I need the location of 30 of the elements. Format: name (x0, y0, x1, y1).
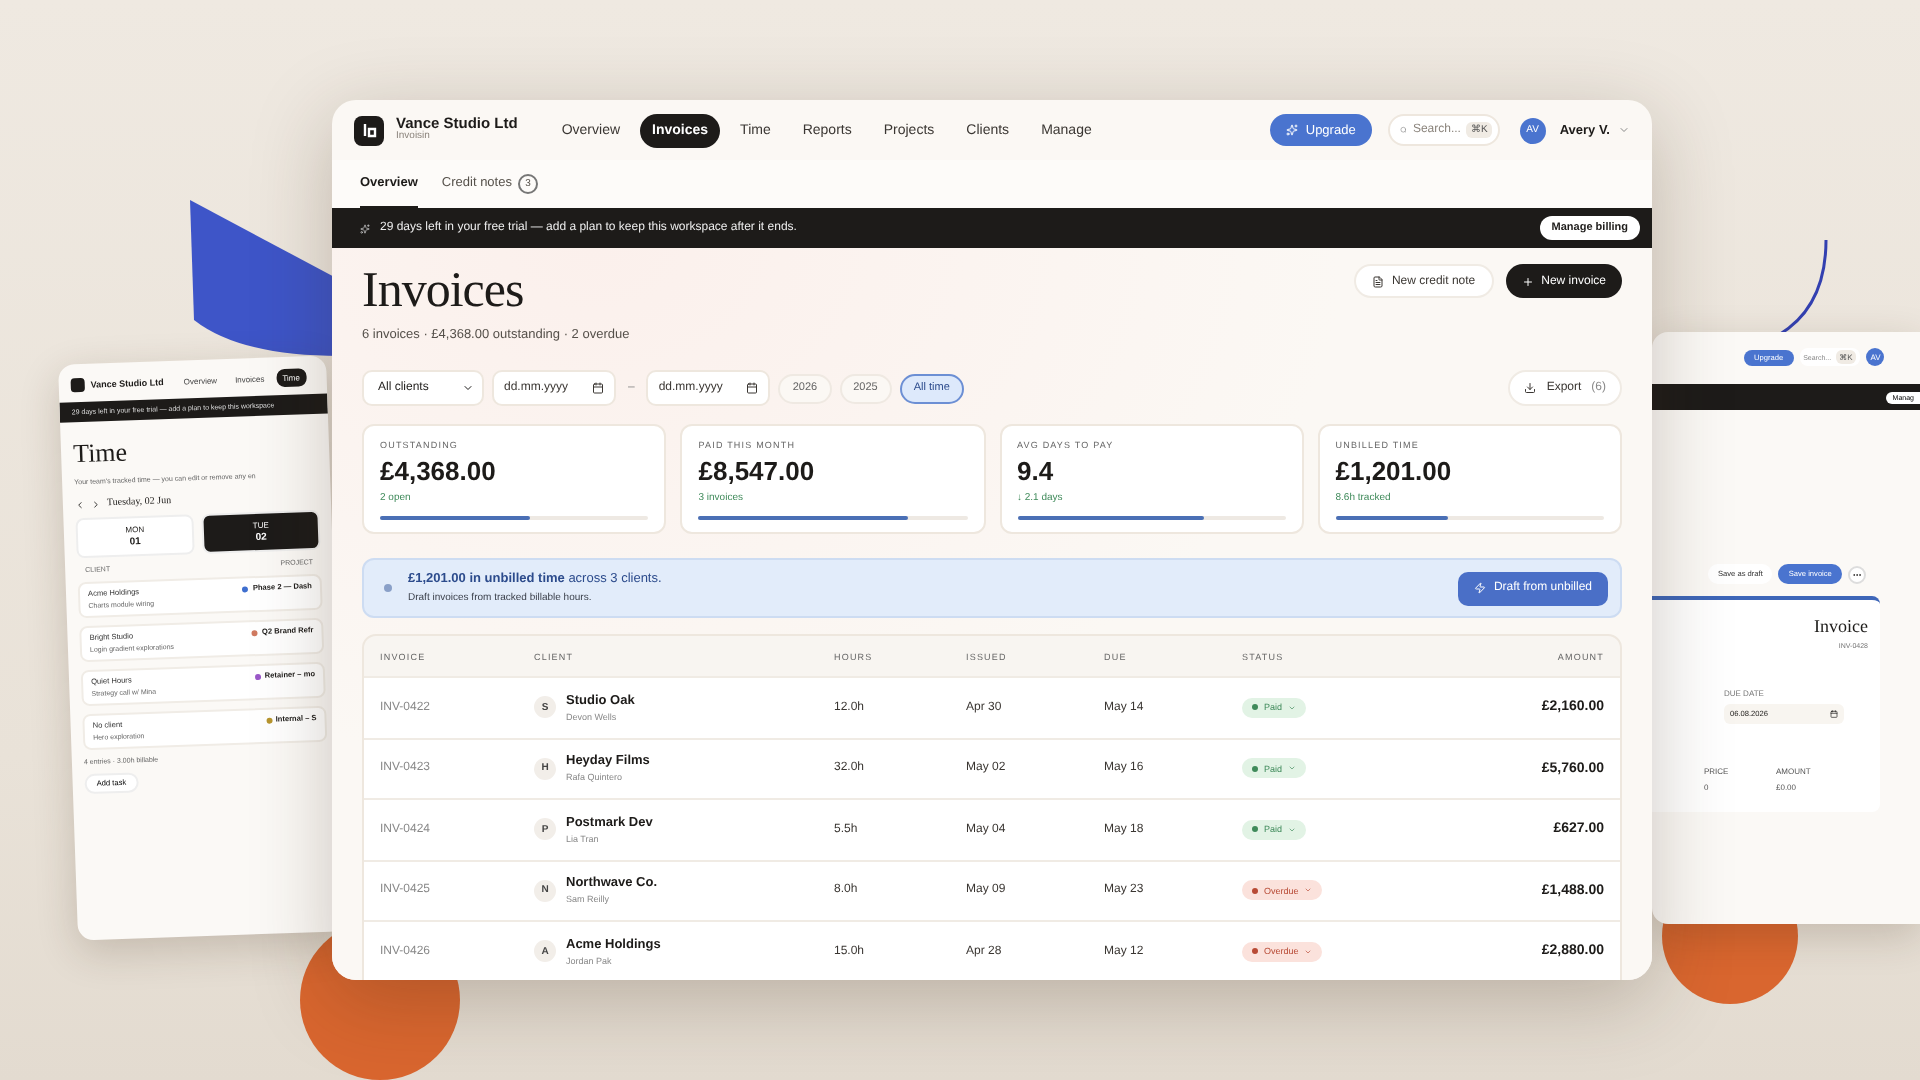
logo-icon (354, 115, 384, 145)
chevron-down-icon (462, 382, 474, 394)
status-dot-icon (1252, 948, 1258, 955)
next-icon (90, 499, 102, 510)
page-title: Invoices (362, 264, 526, 320)
plus-icon (1521, 275, 1534, 287)
status-dot-icon (1252, 826, 1258, 833)
page-title: Time (72, 434, 130, 471)
status-dot-icon (1252, 887, 1258, 894)
stat-value: £4,368.00 (380, 456, 498, 486)
notice-dot-icon (384, 584, 392, 592)
download-icon (1524, 382, 1537, 394)
calendar-icon (746, 382, 759, 394)
previous-icon (74, 500, 86, 511)
status-dot-icon (1252, 704, 1258, 711)
logo-icon (70, 377, 85, 393)
document-icon (1371, 275, 1384, 287)
calendar-icon (1830, 710, 1838, 718)
sparkle-icon (360, 223, 370, 233)
more-button[interactable] (1847, 565, 1866, 583)
sparkle-icon (1285, 124, 1298, 136)
search-icon (1399, 124, 1407, 136)
status-dot-icon (1252, 765, 1258, 772)
stat-value: 9.4 (1017, 456, 1056, 486)
stat-value: £8,547.00 (698, 456, 817, 486)
chevron-down-icon (1618, 124, 1630, 136)
lightning-icon (1473, 582, 1486, 594)
invoice-title: Invoice (1814, 616, 1868, 636)
calendar-icon (592, 382, 604, 394)
stat-value: £1,201.00 (1335, 456, 1454, 486)
